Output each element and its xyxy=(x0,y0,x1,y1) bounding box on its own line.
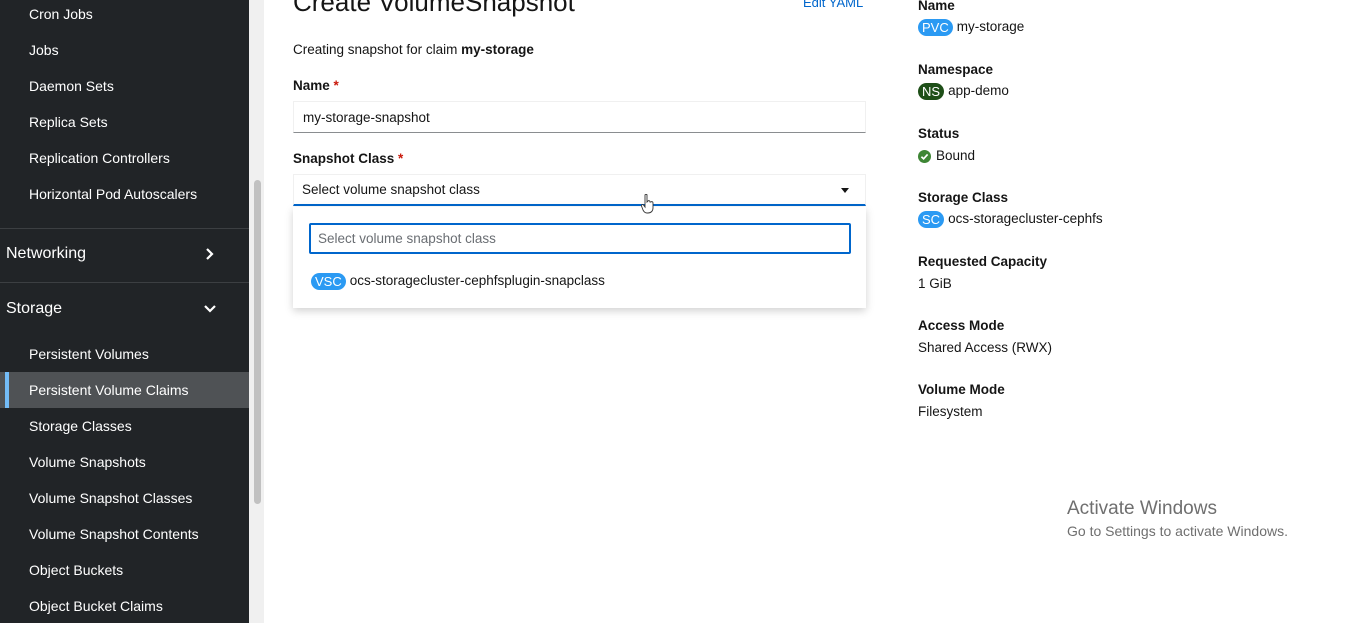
sidebar-item-horizontal-pod-autoscalers[interactable]: Horizontal Pod Autoscalers xyxy=(0,176,249,212)
sidebar-section-networking[interactable]: Networking xyxy=(0,229,249,279)
page-title: Create VolumeSnapshot xyxy=(293,0,575,17)
details-access-mode-label: Access Mode xyxy=(918,318,1005,333)
details-capacity-label: Requested Capacity xyxy=(918,254,1048,269)
sidebar-section-label: Networking xyxy=(6,245,87,262)
edit-yaml-link[interactable]: Edit YAML xyxy=(803,0,863,10)
check-circle-icon xyxy=(918,149,931,163)
sidebar-item-volume-snapshot-classes[interactable]: Volume Snapshot Classes xyxy=(0,480,249,516)
name-label-text: Name xyxy=(293,78,330,93)
vsc-badge: VSC xyxy=(311,273,346,290)
form-subtitle: Creating snapshot for claim my-storage xyxy=(293,42,534,57)
sc-badge: SC xyxy=(918,211,945,228)
sidebar-item-persistent-volume-claims[interactable]: Persistent Volume Claims xyxy=(0,372,249,408)
details-name-label: Name xyxy=(918,0,955,13)
details-volume-mode-value: Filesystem xyxy=(918,404,983,419)
pvc-badge: PVC xyxy=(918,19,953,36)
sidebar-item-object-buckets[interactable]: Object Buckets xyxy=(0,552,249,588)
sidebar-divider xyxy=(0,282,249,283)
status-text: Bound xyxy=(936,148,976,163)
sidebar-section-storage[interactable]: Storage xyxy=(0,284,249,334)
required-indicator: * xyxy=(398,151,404,166)
details-storage-class-value: SC ocs-storagecluster-cephfs xyxy=(918,211,1103,228)
details-status-label: Status xyxy=(918,126,960,141)
subtitle-text: Creating snapshot for claim xyxy=(293,42,462,57)
sidebar-item-volume-snapshot-contents[interactable]: Volume Snapshot Contents xyxy=(0,516,249,552)
snapshot-class-option[interactable]: VSC ocs-storagecluster-cephfsplugin-snapc… xyxy=(311,273,605,293)
snapshot-class-dropdown-menu: VSCocs-storagecluster-cephfsplugin-snapc… xyxy=(293,207,866,308)
ns-badge: NS xyxy=(918,83,945,100)
sidebar-item-object-bucket-claims[interactable]: Object Bucket Claims xyxy=(0,588,249,623)
hand-pointer-cursor-icon xyxy=(641,194,654,214)
details-status-value: Bound xyxy=(918,148,975,163)
storage-class-link[interactable]: ocs-storagecluster-cephfs xyxy=(948,211,1103,226)
snapshot-class-option-label: ocs-storagecluster-cephfsplugin-snapclas… xyxy=(349,273,605,289)
snapshot-class-search-input[interactable] xyxy=(309,223,851,254)
required-indicator: * xyxy=(333,78,339,93)
activate-windows-title: Activate Windows xyxy=(1067,498,1217,519)
sidebar-section-label: Storage xyxy=(6,300,63,317)
sidebar: Cron Jobs Jobs Daemon Sets Replica Sets … xyxy=(0,0,249,623)
activate-windows-subtitle: Go to Settings to activate Windows. xyxy=(1067,523,1288,539)
sidebar-item-cron-jobs[interactable]: Cron Jobs xyxy=(0,0,249,32)
chevron-right-icon xyxy=(206,248,214,260)
chevron-down-icon xyxy=(204,305,216,313)
details-name-value: PVC my-storage xyxy=(918,19,1024,36)
activate-windows-watermark: Activate Windows Go to Settings to activ… xyxy=(1067,498,1288,539)
sidebar-scrollbar-thumb[interactable] xyxy=(254,180,261,504)
details-namespace-label: Namespace xyxy=(918,62,994,77)
sidebar-item-storage-classes[interactable]: Storage Classes xyxy=(0,408,249,444)
sidebar-item-volume-snapshots[interactable]: Volume Snapshots xyxy=(0,444,249,480)
sidebar-item-daemon-sets[interactable]: Daemon Sets xyxy=(0,68,249,104)
snapshot-class-field-label: Snapshot Class * xyxy=(293,151,403,166)
snapshot-class-label-text: Snapshot Class xyxy=(293,151,395,166)
namespace-link[interactable]: app-demo xyxy=(948,83,1009,98)
details-storage-class-label: Storage Class xyxy=(918,190,1009,205)
sidebar-item-persistent-volumes[interactable]: Persistent Volumes xyxy=(0,336,249,372)
name-field-label: Name * xyxy=(293,78,339,93)
caret-down-icon xyxy=(841,188,849,193)
snapshot-class-select[interactable]: Select volume snapshot class xyxy=(293,174,866,206)
details-namespace-value: NS app-demo xyxy=(918,83,1009,100)
details-volume-mode-label: Volume Mode xyxy=(918,382,1005,397)
sidebar-item-replica-sets[interactable]: Replica Sets xyxy=(0,104,249,140)
pvc-link[interactable]: my-storage xyxy=(957,19,1025,34)
details-capacity-value: 1 GiB xyxy=(918,276,952,291)
snapshot-name-input[interactable] xyxy=(293,101,866,133)
snapshot-class-select-placeholder: Select volume snapshot class xyxy=(302,182,480,197)
details-access-mode-value: Shared Access (RWX) xyxy=(918,340,1053,355)
subtitle-claim-name: my-storage xyxy=(461,42,534,57)
sidebar-item-jobs[interactable]: Jobs xyxy=(0,32,249,68)
sidebar-item-replication-controllers[interactable]: Replication Controllers xyxy=(0,140,249,176)
